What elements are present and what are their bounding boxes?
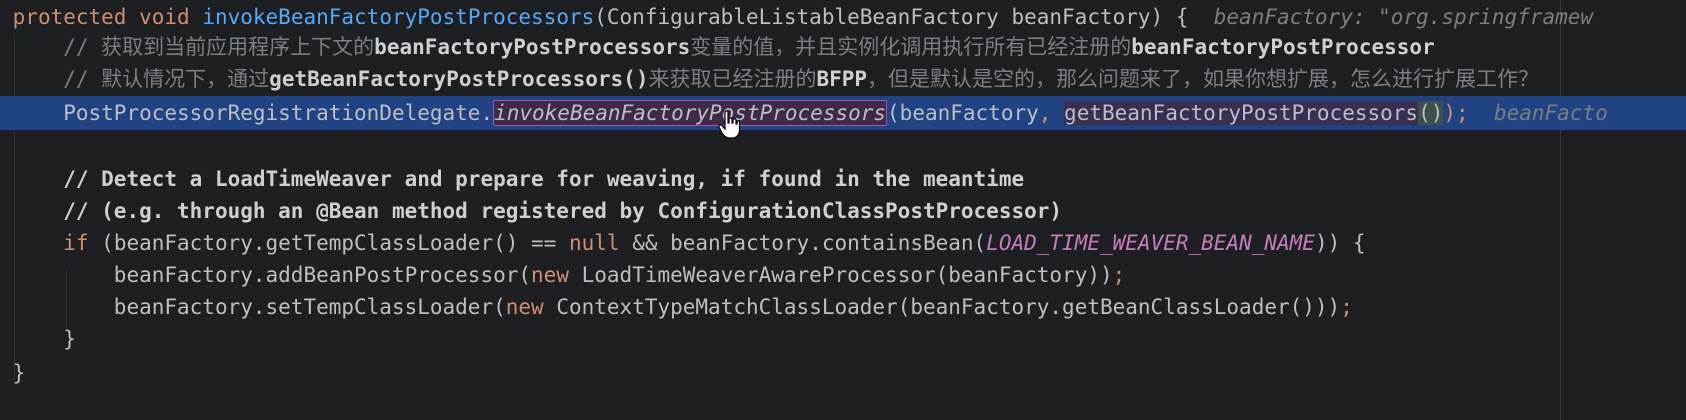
- mouse-pointer-icon: [718, 110, 740, 139]
- code-token: && beanFactory.containsBean(: [619, 231, 987, 255]
- code-token: ,: [1038, 101, 1065, 125]
- code-line-10[interactable]: beanFactory.setTempClassLoader(new Conte…: [0, 290, 1686, 324]
- line-padding: [0, 199, 13, 223]
- code-token: ContextTypeMatchClassLoader(beanFactory.…: [543, 295, 1341, 319]
- code-line-5[interactable]: [0, 130, 1686, 164]
- code-token: // 默认情况下，通过: [12, 67, 270, 91]
- code-token: null: [568, 231, 620, 255]
- code-token: ;: [1340, 295, 1353, 319]
- code-token: (beanFactory: [887, 101, 1039, 125]
- line-padding: [0, 101, 13, 125]
- code-line-12[interactable]: }: [0, 356, 1686, 390]
- highlighted-argument: getBeanFactoryPostProcessors: [1064, 101, 1419, 125]
- code-token: beanFactory.setTempClassLoader(: [12, 295, 506, 319]
- line-padding: [0, 67, 13, 91]
- code-token: 变量的值，并且实例化调用执行所有已经注册的: [690, 35, 1132, 59]
- code-token: LOAD_TIME_WEAVER_BEAN_NAME: [986, 231, 1315, 255]
- code-editor[interactable]: protected void invokeBeanFactoryPostProc…: [0, 0, 1686, 420]
- line-padding: [0, 35, 13, 59]
- code-token: PostProcessorRegistrationDelegate.: [12, 101, 494, 125]
- code-token: )) {: [1314, 231, 1366, 255]
- code-token: invokeBeanFactoryPostProcessors: [202, 5, 595, 29]
- code-token: if: [63, 231, 89, 255]
- code-line-11[interactable]: }: [0, 322, 1686, 356]
- code-token: beanFactoryPostProcessor: [1131, 35, 1435, 59]
- code-token: (beanFactory.getTempClassLoader() ==: [88, 231, 569, 255]
- code-line-1[interactable]: protected void invokeBeanFactoryPostProc…: [0, 0, 1686, 34]
- code-token: getBeanFactoryPostProcessors(): [269, 67, 649, 91]
- line-padding: [0, 231, 13, 255]
- code-token: LoadTimeWeaverAwareProcessor(beanFactory…: [568, 263, 1113, 287]
- code-token: BFPP: [816, 67, 868, 91]
- highlighted-method-call: invokeBeanFactoryPostProcessors: [493, 100, 888, 126]
- code-token: ，但是默认是空的，那么问题来了，如果你想扩展，怎么进行扩展工作？: [867, 67, 1540, 91]
- code-token: 来获取已经注册的: [648, 67, 817, 91]
- code-token: new: [531, 263, 569, 287]
- code-line-2[interactable]: // 获取到当前应用程序上下文的beanFactoryPostProcessor…: [0, 30, 1686, 64]
- code-line-8[interactable]: if (beanFactory.getTempClassLoader() == …: [0, 226, 1686, 260]
- code-token: }: [12, 361, 26, 385]
- line-padding: [0, 5, 13, 29]
- line-padding: [0, 327, 13, 351]
- line-padding: [0, 167, 13, 191]
- code-token: ;: [1112, 263, 1126, 287]
- code-line-6[interactable]: // Detect a LoadTimeWeaver and prepare f…: [0, 162, 1686, 196]
- code-line-3[interactable]: // 默认情况下，通过getBeanFactoryPostProcessors(…: [0, 62, 1686, 96]
- line-padding: [0, 295, 13, 319]
- code-token: }: [12, 327, 76, 351]
- code-token: new: [505, 295, 544, 319]
- code-token: // Detect a LoadTimeWeaver and prepare f…: [12, 167, 1025, 191]
- code-line-4[interactable]: PostProcessorRegistrationDelegate.invoke…: [0, 96, 1686, 130]
- line-padding: [0, 361, 13, 385]
- code-token: // 获取到当前应用程序上下文的: [12, 35, 375, 59]
- inlay-hint: beanFacto: [1493, 101, 1608, 125]
- line-padding: [0, 263, 13, 287]
- code-line-9[interactable]: beanFactory.addBeanPostProcessor(new Loa…: [0, 258, 1686, 292]
- code-token: beanFactoryPostProcessors: [374, 35, 691, 59]
- code-token: (ConfigurableListableBeanFactory beanFac…: [594, 5, 1214, 29]
- code-line-7[interactable]: // (e.g. through an @Bean method registe…: [0, 194, 1686, 228]
- code-token: );: [1443, 101, 1494, 125]
- line-padding: [0, 135, 13, 159]
- code-token: (): [1418, 101, 1444, 125]
- inlay-hint: beanFactory: "org.springframew: [1213, 5, 1594, 29]
- code-token: // (e.g. through an @Bean method registe…: [12, 199, 1063, 223]
- code-token: protected void: [12, 5, 203, 29]
- code-token: beanFactory.addBeanPostProcessor(: [12, 263, 532, 287]
